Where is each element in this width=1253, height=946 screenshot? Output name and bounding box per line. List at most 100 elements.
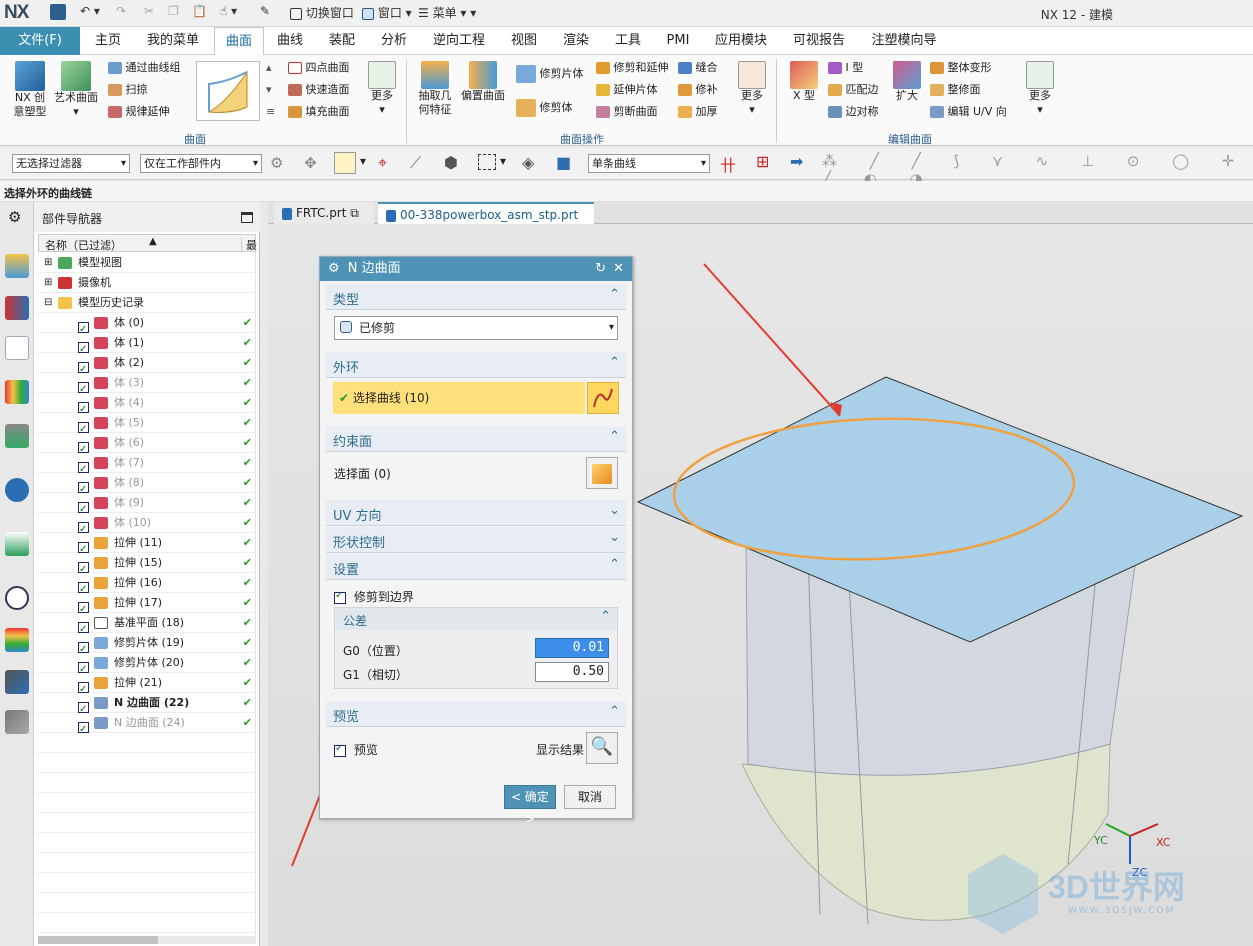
datum-sheet[interactable]: [636, 376, 1244, 643]
box-select-icon[interactable]: [478, 154, 496, 170]
dialog-gear-icon[interactable]: ⚙: [328, 261, 340, 276]
show-hidden-icon[interactable]: ◈: [522, 153, 534, 172]
face-select-button[interactable]: [586, 457, 618, 489]
selection-intent-icons[interactable]: ⚙ ✥: [270, 154, 325, 172]
expand-icon[interactable]: ⊞: [44, 273, 52, 293]
view-manager-icon[interactable]: [5, 424, 29, 448]
tree-row[interactable]: 体 (0) ✔: [38, 313, 256, 340]
window-menu[interactable]: 窗口 ▾: [362, 4, 412, 21]
curve-rule-select[interactable]: 单条曲线: [588, 154, 710, 173]
more-surface-button[interactable]: 更多 ▾: [364, 61, 400, 117]
tree-row[interactable]: 拉伸 (11) ✔: [38, 533, 256, 560]
file-menu[interactable]: 文件(F): [0, 27, 80, 55]
cancel-button[interactable]: 取消: [564, 785, 616, 809]
tree-row[interactable]: ⊟ 模型历史记录: [38, 293, 256, 313]
tab-powerbox[interactable]: 00-338powerbox_asm_stp.prt ⧉ ✕: [378, 202, 594, 244]
expand-icon[interactable]: ⊞: [44, 253, 52, 273]
history-clock-icon[interactable]: [5, 586, 29, 610]
divide-face-button[interactable]: 剪断曲面: [596, 105, 658, 119]
touch-mode-icon[interactable]: ☝ ▾: [220, 4, 237, 18]
cut-icon[interactable]: ✂: [144, 4, 154, 18]
expand-icon[interactable]: ⊟: [44, 293, 52, 313]
snap-point-icon[interactable]: [334, 152, 356, 174]
edit-uv-button[interactable]: 编辑 U/V 向: [930, 105, 1007, 119]
tree-row[interactable]: 体 (1) ✔: [38, 333, 256, 360]
gallery-expand-icon[interactable]: ≡: [266, 105, 275, 119]
tree-row[interactable]: 拉伸 (21) ✔: [38, 673, 256, 700]
more-edit-button[interactable]: 更多 ▾: [1022, 61, 1058, 117]
save-icon[interactable]: [50, 4, 66, 20]
tab-curve[interactable]: 曲线: [268, 27, 312, 55]
scope-select[interactable]: 仅在工作部件内: [140, 154, 262, 173]
tree-row[interactable]: 体 (8) ✔: [38, 473, 256, 500]
tree-row[interactable]: 修剪片体 (19) ✔: [38, 633, 256, 660]
tree-row[interactable]: 体 (4) ✔: [38, 393, 256, 420]
process-studio-icon[interactable]: [5, 670, 29, 694]
tree-row[interactable]: 拉伸 (15) ✔: [38, 553, 256, 580]
horizontal-scrollbar[interactable]: [38, 936, 256, 944]
tab-tools[interactable]: 工具: [606, 27, 650, 55]
redo-icon[interactable]: ↷: [116, 4, 126, 18]
gallery-scroll-up-icon[interactable]: ▴: [266, 61, 272, 75]
sew-button[interactable]: 缝合: [678, 61, 718, 75]
column-latest[interactable]: 最: [241, 237, 257, 253]
web-browser-icon[interactable]: [5, 532, 29, 556]
tree-row[interactable]: 体 (6) ✔: [38, 433, 256, 460]
tab-view[interactable]: 视图: [502, 27, 546, 55]
paste-icon[interactable]: 📋: [192, 4, 207, 18]
tree-row[interactable]: 体 (5) ✔: [38, 413, 256, 440]
tab-pmi[interactable]: PMI: [658, 27, 698, 55]
tree-row[interactable]: 基准平面 (18) ✔: [38, 613, 256, 640]
g1-input[interactable]: 0.50: [535, 662, 609, 682]
fill-surface-button[interactable]: 填充曲面: [288, 105, 350, 119]
menu-button[interactable]: ☰ 菜单 ▾ ▾: [418, 4, 476, 21]
tree-row[interactable]: N 边曲面 (24) ✔: [38, 713, 256, 740]
repair-face-button[interactable]: 整修面: [930, 83, 981, 97]
nx-creative-button[interactable]: NX 创 意塑型: [10, 61, 50, 119]
section-settings[interactable]: 设置 ⌃: [326, 554, 626, 580]
tab-reverse[interactable]: 逆向工程: [424, 27, 494, 55]
ok-button[interactable]: < 确定 >: [504, 785, 556, 826]
section-type[interactable]: 类型 ⌃: [326, 284, 626, 310]
trim-sheet-button[interactable]: 修剪片体: [516, 65, 584, 83]
tab-analysis[interactable]: 分析: [372, 27, 416, 55]
constraint-navigator-icon[interactable]: [5, 296, 29, 320]
follow-fillet-icon[interactable]: ⊞: [756, 152, 769, 171]
select-curve-row[interactable]: ✔ 选择曲线 (10): [333, 382, 585, 414]
select-point-icon[interactable]: ⌖: [378, 153, 387, 173]
tree-row[interactable]: 体 (7) ✔: [38, 453, 256, 480]
section-preview[interactable]: 预览 ⌃: [326, 701, 626, 727]
tree-row[interactable]: 体 (9) ✔: [38, 493, 256, 520]
roles-icon[interactable]: [5, 710, 29, 734]
preview-checkbox[interactable]: [334, 743, 346, 757]
tree-row[interactable]: 修剪片体 (20) ✔: [38, 653, 256, 680]
offset-surface-button[interactable]: 偏置曲面: [458, 61, 508, 103]
reset-icon[interactable]: ↻: [595, 257, 606, 281]
repeat-command-icon[interactable]: ✎: [260, 4, 270, 18]
ruled-extension-button[interactable]: 规律延伸: [108, 105, 170, 119]
global-shape-button[interactable]: 整体变形: [930, 61, 992, 75]
tree-row[interactable]: 体 (2) ✔: [38, 353, 256, 380]
trim-to-boundary-checkbox[interactable]: [334, 590, 346, 604]
close-icon[interactable]: ✕: [613, 257, 624, 281]
more-ops-button[interactable]: 更多 ▾: [734, 61, 770, 117]
tab-assembly[interactable]: 装配: [320, 27, 364, 55]
i-type-button[interactable]: I 型: [828, 61, 863, 75]
tab-my-menu[interactable]: 我的菜单: [138, 27, 208, 55]
extract-geometry-button[interactable]: 抽取几 何特征: [414, 61, 456, 117]
gallery-scroll-down-icon[interactable]: ▾: [266, 83, 272, 97]
trim-extend-button[interactable]: 修剪和延伸: [596, 61, 669, 75]
tree-row[interactable]: ⊞ 模型视图: [38, 253, 256, 273]
match-edge-button[interactable]: 匹配边: [828, 83, 879, 97]
box-select-dropdown-icon[interactable]: ▾: [500, 154, 506, 168]
tab-visual-report[interactable]: 可视报告: [784, 27, 854, 55]
part-navigator-icon[interactable]: [5, 336, 29, 360]
tree-row[interactable]: ⊞ 摄像机: [38, 273, 256, 293]
x-type-button[interactable]: X 型: [786, 61, 822, 103]
tree-row[interactable]: 拉伸 (17) ✔: [38, 593, 256, 620]
edge-symmetry-button[interactable]: 边对称: [828, 105, 879, 119]
stop-at-intersection-icon[interactable]: 卄: [720, 152, 736, 176]
show-result-button[interactable]: 🔍: [586, 732, 618, 764]
snap-dropdown-icon[interactable]: ▾: [360, 154, 366, 168]
tab-frtc[interactable]: FRTC.prt ⧉: [274, 202, 374, 224]
